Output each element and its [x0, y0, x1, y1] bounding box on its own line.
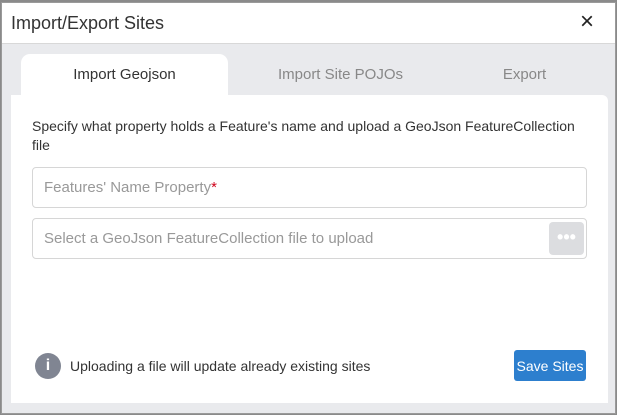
tab-panel: Specify what property holds a Feature's … [11, 95, 608, 403]
name-placeholder: Features' Name Property [44, 179, 211, 196]
dialog-title: Import/Export Sites [11, 13, 164, 34]
info-icon: i [35, 353, 61, 379]
tab-import-geojson[interactable]: Import Geojson [21, 54, 228, 96]
tab-export[interactable]: Export [421, 54, 617, 96]
geojson-file-input[interactable]: Select a GeoJson FeatureCollection file … [32, 218, 587, 259]
features-name-property-input[interactable]: Features' Name Property* [32, 167, 587, 208]
browse-file-button[interactable]: ••• [549, 222, 584, 255]
import-export-dialog: Import/Export Sites × Import Geojson Imp… [1, 2, 616, 414]
save-sites-button[interactable]: Save Sites [514, 350, 586, 381]
info-note: Uploading a file will update already exi… [70, 358, 370, 374]
description: Specify what property holds a Feature's … [32, 117, 592, 155]
tab-import-site-pojos[interactable]: Import Site POJOs [237, 54, 444, 96]
required-mark: * [211, 179, 217, 196]
file-placeholder: Select a GeoJson FeatureCollection file … [44, 230, 373, 247]
close-icon[interactable]: × [580, 10, 594, 34]
dialog-header: Import/Export Sites × [2, 3, 615, 44]
